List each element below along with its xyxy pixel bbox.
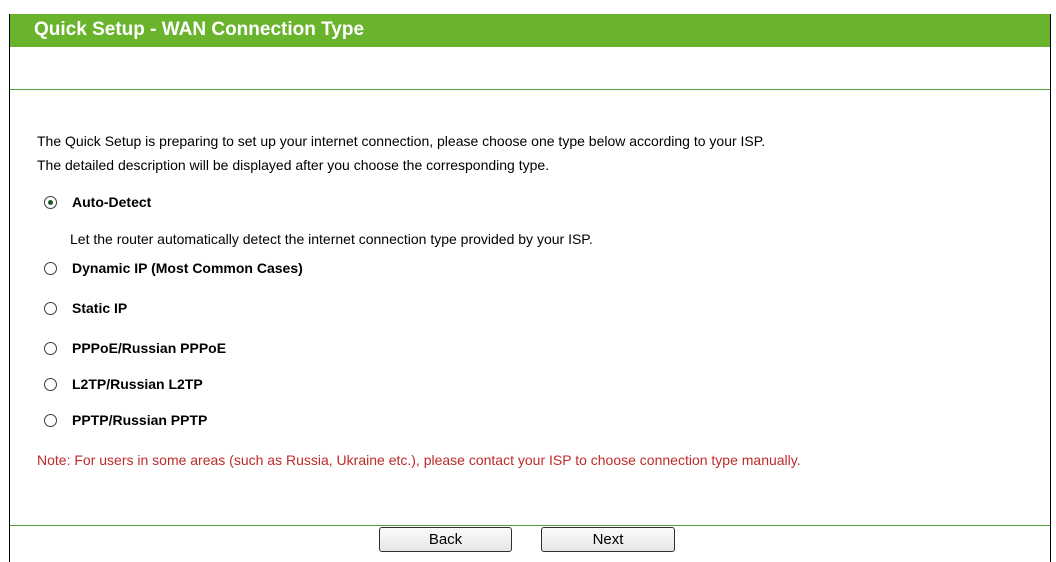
option-label: PPTP/Russian PPTP bbox=[72, 412, 208, 428]
option-label: Static IP bbox=[72, 300, 128, 316]
radio-l2tp[interactable] bbox=[44, 377, 57, 391]
back-button[interactable]: Back bbox=[379, 527, 512, 552]
bottom-divider bbox=[10, 525, 1050, 526]
option-pppoe[interactable]: PPPoE/Russian PPPoE bbox=[44, 338, 226, 358]
top-divider bbox=[10, 89, 1050, 90]
auto-detect-description: Let the router automatically detect the … bbox=[70, 231, 593, 247]
radio-auto-detect[interactable] bbox=[44, 195, 57, 209]
radio-static-ip[interactable] bbox=[44, 301, 57, 315]
radio-dynamic-ip[interactable] bbox=[44, 261, 57, 275]
option-auto-detect[interactable]: Auto-Detect bbox=[44, 192, 151, 212]
option-static-ip[interactable]: Static IP bbox=[44, 298, 127, 318]
option-pptp[interactable]: PPTP/Russian PPTP bbox=[44, 410, 207, 430]
next-button[interactable]: Next bbox=[541, 527, 675, 552]
option-l2tp[interactable]: L2TP/Russian L2TP bbox=[44, 374, 203, 394]
radio-pptp[interactable] bbox=[44, 413, 57, 427]
quick-setup-panel: Quick Setup - WAN Connection Type bbox=[9, 14, 1051, 562]
intro-line-2: The detailed description will be display… bbox=[37, 157, 550, 173]
intro-line-1: The Quick Setup is preparing to set up y… bbox=[37, 133, 766, 149]
option-label: L2TP/Russian L2TP bbox=[72, 376, 203, 392]
option-label: Auto-Detect bbox=[72, 194, 152, 210]
option-label: PPPoE/Russian PPPoE bbox=[72, 340, 227, 356]
option-dynamic-ip[interactable]: Dynamic IP (Most Common Cases) bbox=[44, 258, 303, 278]
title-bar: Quick Setup - WAN Connection Type bbox=[10, 14, 1050, 47]
option-label: Dynamic IP (Most Common Cases) bbox=[72, 260, 303, 276]
radio-pppoe[interactable] bbox=[44, 341, 57, 355]
page-title: Quick Setup - WAN Connection Type bbox=[34, 19, 365, 40]
note-text: Note: For users in some areas (such as R… bbox=[37, 452, 801, 468]
